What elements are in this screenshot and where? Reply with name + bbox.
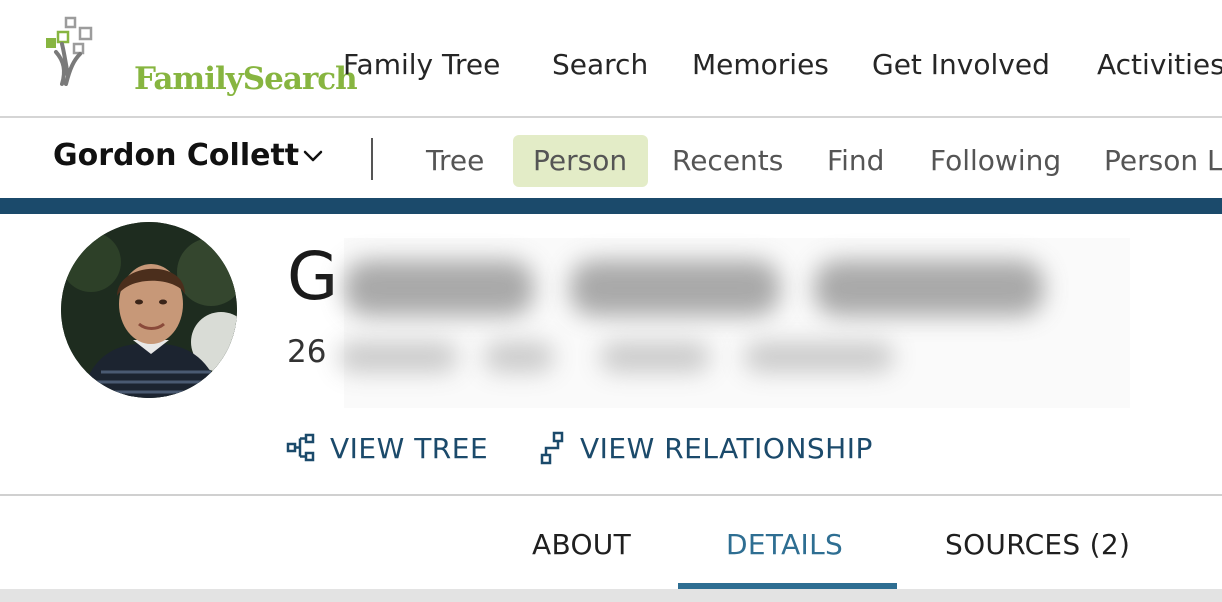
subnav-following[interactable]: Following [930,144,1061,177]
nav-family-tree[interactable]: Family Tree [343,48,500,81]
user-menu-name[interactable]: Gordon Collett [53,138,299,173]
person-avatar[interactable] [61,222,237,398]
person-vitals: 26 [287,334,327,370]
view-tree-button[interactable]: VIEW TREE [286,430,488,466]
nav-activities[interactable]: Activities [1097,48,1222,81]
person-full-name: G [287,238,339,315]
family-tree-logo-icon [46,16,93,86]
tree-view-icon [286,433,315,462]
subnav-find[interactable]: Find [827,144,884,177]
subnav-divider [371,138,373,180]
tab-details[interactable]: DETAILS [726,528,843,561]
view-tree-label: VIEW TREE [330,431,489,465]
subnav-recents[interactable]: Recents [672,144,783,177]
privacy-blur-overlay [338,238,1130,408]
chevron-down-icon[interactable] [302,148,324,164]
subnav-tree[interactable]: Tree [426,144,484,177]
subnav-person[interactable]: Person [533,144,627,177]
family-tree-subnav: Gordon Collett Tree Person Recents Find … [0,118,1222,198]
logo-wordmark: FamilySearch [134,61,358,97]
familysearch-logo[interactable]: FamilySearch [44,16,358,97]
section-divider [0,494,1222,496]
page-accent-bar [0,198,1222,214]
top-navigation-bar: FamilySearch Family Tree Search Memories… [0,0,1222,118]
tab-sources[interactable]: SOURCES (2) [945,528,1130,561]
tab-about[interactable]: ABOUT [532,528,631,561]
content-background-strip [0,589,1222,602]
nav-get-involved[interactable]: Get Involved [872,48,1050,81]
person-portrait [61,222,237,398]
nav-search[interactable]: Search [552,48,648,81]
subnav-person-list[interactable]: Person L [1104,144,1222,177]
view-relationship-label: VIEW RELATIONSHIP [580,431,873,465]
view-relationship-button[interactable]: VIEW RELATIONSHIP [540,430,873,466]
relationship-icon [540,431,564,465]
nav-memories[interactable]: Memories [692,48,829,81]
